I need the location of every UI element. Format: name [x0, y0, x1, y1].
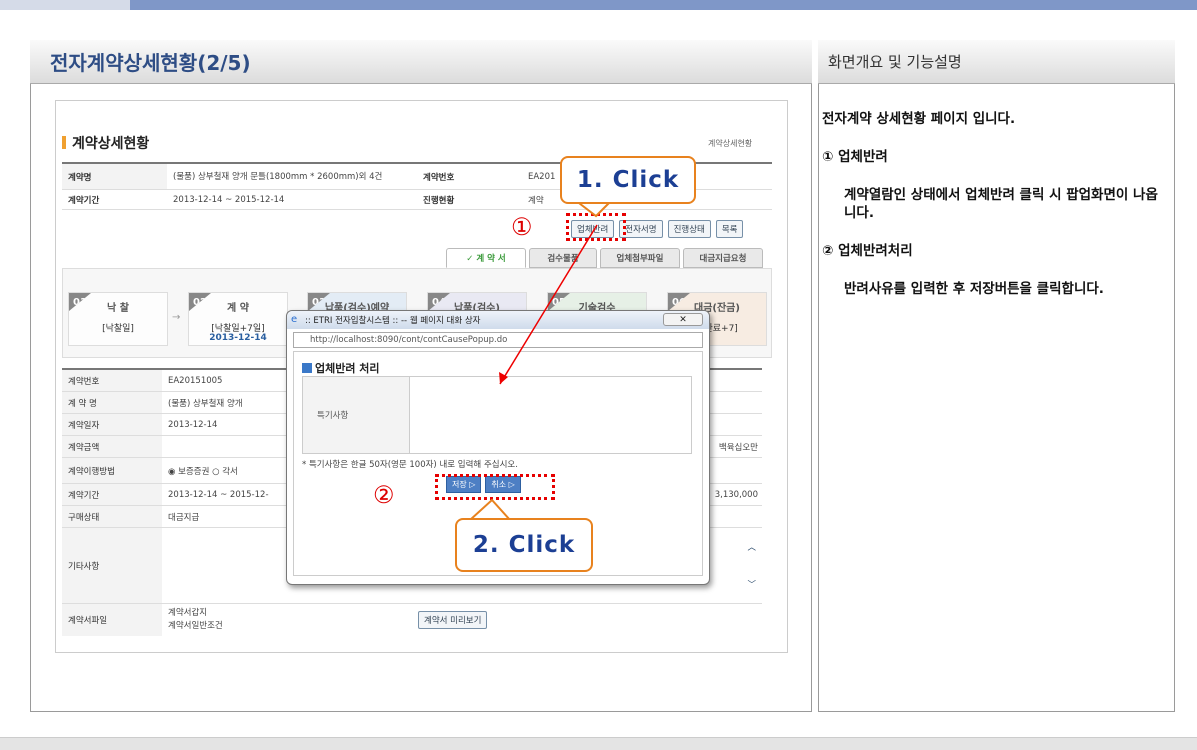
bottom-bar	[0, 737, 1197, 750]
description-intro: 전자계약 상세현황 페이지 입니다.	[822, 111, 1016, 127]
callout-step2: 2. Click	[455, 518, 593, 572]
item1-title: ① 업체반려	[822, 149, 888, 165]
feature-description: 전자계약 상세현황 페이지 입니다. ① 업체반려 계약열람인 상태에서 업체반…	[822, 110, 1162, 318]
marker-1: ①	[511, 213, 533, 241]
marker-2: ②	[373, 481, 395, 509]
item1-text: 계약열람인 상태에서 업체반려 클릭 시 팝업화면이 나옵니다.	[844, 187, 1158, 221]
item2-text: 반려사유를 입력한 후 저장버튼을 클릭합니다.	[844, 281, 1104, 297]
item2-title: ② 업체반려처리	[822, 243, 913, 259]
callout-step1: 1. Click	[560, 156, 696, 204]
